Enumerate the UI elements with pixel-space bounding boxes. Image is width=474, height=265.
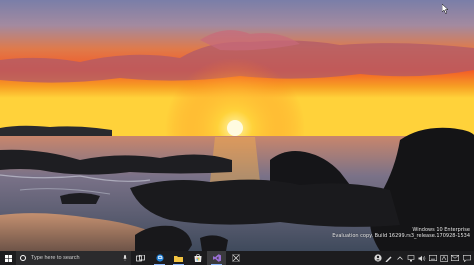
file-explorer-button[interactable] [169, 251, 188, 265]
search-placeholder: Type here to search [31, 255, 80, 261]
volume-button[interactable] [416, 251, 427, 265]
microphone-icon[interactable] [123, 255, 127, 261]
store-button[interactable] [188, 251, 207, 265]
people-button[interactable] [372, 251, 383, 265]
message-button[interactable] [449, 251, 460, 265]
taskbar: Type here to search [0, 251, 474, 265]
folder-icon [174, 255, 183, 262]
search-box[interactable]: Type here to search [16, 251, 131, 265]
start-button[interactable] [0, 251, 16, 265]
visual-studio-icon [212, 254, 221, 262]
system-tray [372, 251, 474, 265]
action-center-button[interactable] [460, 251, 474, 265]
store-icon [194, 254, 201, 262]
windows-logo-icon [4, 254, 12, 262]
edge-icon [155, 254, 164, 262]
pen-workspace-button[interactable] [383, 251, 394, 265]
speaker-icon [418, 255, 425, 261]
ime-button[interactable] [438, 251, 449, 265]
cortana-icon [20, 255, 26, 261]
people-icon [373, 254, 382, 262]
snipping-tool-button[interactable] [226, 251, 245, 265]
language-icon [439, 254, 448, 262]
pen-icon [385, 256, 392, 262]
mouse-pointer-icon [442, 4, 449, 14]
task-view-icon [136, 254, 145, 261]
network-button[interactable] [405, 251, 416, 265]
scissors-icon [231, 254, 240, 262]
build-watermark: Evaluation copy. Build 16299.rs3_release… [332, 233, 470, 239]
edge-button[interactable] [150, 251, 169, 265]
task-view-button[interactable] [131, 251, 150, 265]
desktop-wallpaper: Windows 10 Enterprise Evaluation copy. B… [0, 0, 474, 251]
input-indicator-button[interactable] [427, 251, 438, 265]
sunset-wallpaper-image [0, 0, 474, 251]
visual-studio-button[interactable] [207, 251, 226, 265]
notification-icon [463, 254, 471, 262]
show-hidden-icons-button[interactable] [394, 251, 405, 265]
network-icon [407, 254, 414, 261]
chevron-up-icon [396, 256, 403, 260]
message-icon [450, 255, 459, 261]
keyboard-icon [428, 255, 437, 261]
